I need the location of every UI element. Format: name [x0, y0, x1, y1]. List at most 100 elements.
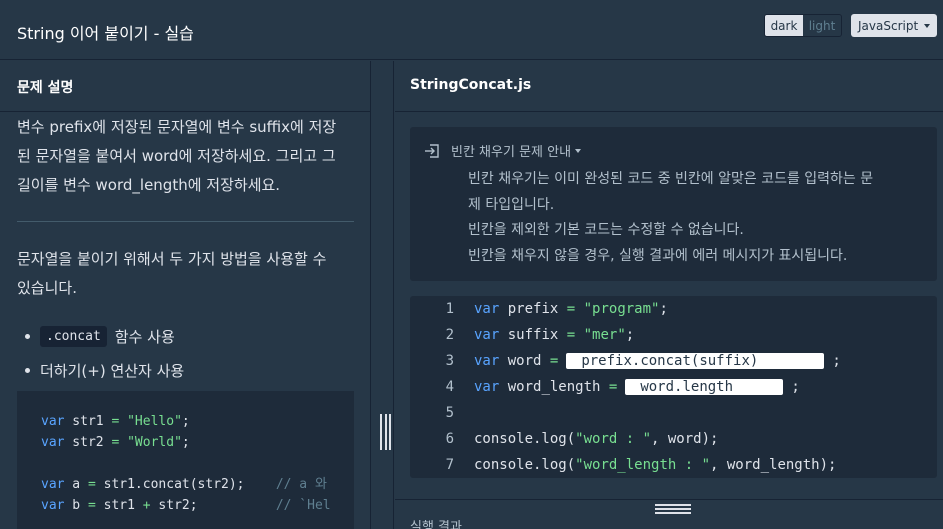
language-select-label: JavaScript	[858, 18, 919, 33]
code-token: str1	[95, 498, 143, 513]
problem-panel: 문제 설명 변수 prefix에 저장된 문자열에 변수 suffix에 저장 …	[0, 61, 370, 529]
theme-dark-option[interactable]: dark	[765, 15, 803, 36]
code-token: =	[87, 477, 96, 492]
blank-input-word-length[interactable]: word.length	[625, 379, 784, 395]
code-token: suffix	[499, 327, 567, 343]
code-line: 5	[410, 400, 937, 426]
description-line: 변수 prefix에 저장된 문자열에 변수 suffix에 저장	[17, 118, 337, 136]
code-token: , word);	[651, 431, 719, 447]
code-token: var	[41, 498, 65, 513]
code-token: ;	[832, 353, 841, 369]
code-token: "Hello"	[119, 414, 182, 429]
code-line: 7 console.log("word_length : ", word_len…	[410, 452, 937, 478]
guide-line: 빈칸 채우기는 이미 완성된 코드 중 빈칸에 알맞은 코드를 입력하는 문	[468, 171, 874, 187]
code-token: "program"	[575, 301, 660, 317]
code-token: var	[474, 301, 500, 317]
code-line: 3 var word = prefix.concat(suffix);	[410, 348, 937, 374]
code-line: 1 var prefix = "program";	[410, 296, 937, 322]
code-token: "word_length : "	[575, 457, 711, 473]
code-token: =	[566, 301, 576, 317]
guide-header-label: 빈칸 채우기 문제 안내	[451, 145, 572, 160]
horizontal-rule	[17, 221, 354, 222]
caret-down-icon	[924, 23, 931, 28]
code-token: var	[41, 414, 65, 429]
divider	[395, 111, 943, 112]
description-line: 길이를 변수 word_length에 저장하세요.	[17, 176, 281, 194]
code-token: , word_length);	[710, 457, 837, 473]
panel-splitter[interactable]	[370, 61, 394, 529]
page-title: String 이어 붙이기 - 실습	[17, 24, 194, 43]
theme-light-option[interactable]: light	[803, 15, 841, 36]
blank-input-word[interactable]: prefix.concat(suffix)	[566, 353, 825, 369]
code-token: var	[41, 477, 65, 492]
editor-panel: StringConcat.js 빈칸 채우기 문제 안내 빈칸 채우기는 이미 …	[395, 61, 943, 529]
line-number: 7	[445, 457, 454, 473]
code-token: ;	[181, 414, 190, 429]
guide-box: 빈칸 채우기 문제 안내 빈칸 채우기는 이미 완성된 코드 중 빈칸에 알맞은…	[410, 127, 937, 281]
code-token: word	[499, 353, 550, 369]
code-token: word_length	[499, 379, 609, 395]
line-number: 4	[445, 379, 454, 395]
theme-toggle[interactable]: dark light	[764, 14, 842, 37]
code-token: var	[474, 327, 500, 343]
code-token: console.log(	[474, 457, 576, 473]
result-section-title: 실행 결과	[410, 520, 462, 529]
code-token: a	[64, 477, 88, 492]
code-token: str1.concat(str2);	[95, 477, 276, 492]
code-editor[interactable]: 1 var prefix = "program"; 2 var suffix =…	[410, 296, 937, 478]
guide-toggle[interactable]: 빈칸 채우기 문제 안내	[423, 141, 582, 160]
code-token: =	[87, 498, 96, 513]
code-token: ;	[791, 379, 800, 395]
method-list: .concat 함수 사용 더하기(+) 연산자 사용	[24, 319, 184, 387]
file-name: StringConcat.js	[410, 77, 532, 93]
code-token: var	[474, 379, 500, 395]
divider	[395, 499, 943, 500]
problem-section-title: 문제 설명	[17, 80, 74, 96]
description-line: 문자열을 붙이기 위해서 두 가지 방법을 사용할 수	[17, 250, 327, 268]
guide-line: 빈칸을 제외한 기본 코드는 수정할 수 없습니다.	[468, 222, 744, 238]
code-line: 2 var suffix = "mer";	[410, 322, 937, 348]
code-token: "mer"	[575, 327, 626, 343]
code-token: "word : "	[575, 431, 652, 447]
enter-icon	[425, 143, 439, 158]
list-item-text: 함수 사용	[114, 327, 175, 346]
line-number: 2	[445, 327, 454, 343]
code-token: var	[41, 435, 65, 450]
description-line: 된 문자열을 붙여서 word에 저장하세요. 그리고 그	[17, 147, 336, 165]
code-line: 6 console.log("word : ", word);	[410, 426, 937, 452]
description-line: 있습니다.	[17, 279, 77, 297]
code-line: 4 var word_length = word.length;	[410, 374, 937, 400]
code-token: =	[549, 353, 559, 369]
method-description: 문자열을 붙이기 위해서 두 가지 방법을 사용할 수 있습니다.	[17, 245, 357, 303]
code-token: var	[474, 353, 500, 369]
code-comment: // `Hel	[275, 498, 331, 513]
drag-handle-icon[interactable]	[380, 414, 391, 450]
guide-body: 빈칸 채우기는 이미 완성된 코드 중 빈칸에 알맞은 코드를 입력하는 문 제…	[468, 167, 928, 269]
code-token: ;	[625, 327, 635, 343]
code-token: b	[64, 498, 88, 513]
divider	[0, 111, 370, 112]
code-token: =	[566, 327, 576, 343]
code-token: =	[608, 379, 618, 395]
code-token: str2;	[150, 498, 276, 513]
list-item: .concat 함수 사용	[24, 319, 184, 353]
line-number: 1	[445, 301, 454, 317]
resize-handle-icon[interactable]	[655, 504, 691, 514]
code-token: +	[142, 498, 151, 513]
language-select[interactable]: JavaScript	[851, 14, 937, 37]
line-number: 6	[445, 431, 454, 447]
caret-down-icon	[575, 148, 582, 153]
code-comment: // a 와	[275, 477, 327, 492]
code-token: str1	[64, 414, 112, 429]
list-item: 더하기(+) 연산자 사용	[24, 353, 184, 387]
line-number: 5	[445, 405, 454, 421]
code-token: ;	[659, 301, 668, 317]
top-bar: String 이어 붙이기 - 실습 dark light JavaScript	[0, 0, 943, 60]
inline-code: .concat	[40, 325, 107, 347]
guide-line: 빈칸을 채우지 않을 경우, 실행 결과에 에러 메시지가 표시됩니다.	[468, 247, 848, 264]
code-token: ;	[181, 435, 190, 450]
code-token: prefix	[499, 301, 567, 317]
guide-line: 제 타입입니다.	[468, 196, 555, 213]
code-example: var str1 = "Hello"; var str2 = "World"; …	[41, 411, 331, 516]
code-example-block: var str1 = "Hello"; var str2 = "World"; …	[17, 391, 354, 529]
